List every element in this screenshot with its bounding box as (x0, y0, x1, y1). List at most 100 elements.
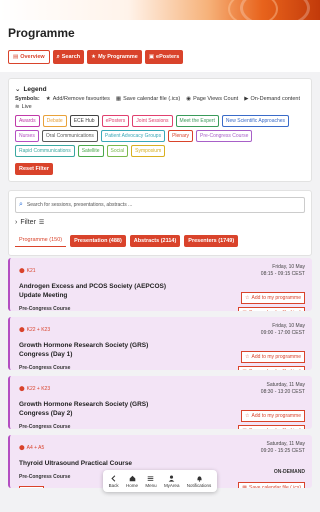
wifi-icon: ≋ (15, 104, 20, 110)
session-title[interactable]: Growth Hormone Research Society (GRS) Co… (19, 400, 179, 418)
back-icon (111, 474, 116, 482)
category-tag[interactable]: Rapid Communications (15, 145, 75, 157)
category-tag[interactable]: Debate (42, 115, 67, 127)
legend-toggle[interactable]: ⌄ Legend (15, 85, 305, 94)
session-header: ⬤ K22 + K23 Friday, 10 May 09:00 - 17:00 CE… (19, 323, 305, 337)
session-title[interactable]: Androgen Excess and PCOS Society (AEPCOS… (19, 282, 179, 300)
search-icon: ⌕ (19, 201, 23, 208)
nav-notifications[interactable]: Notifications (187, 475, 211, 488)
legend-symbols: Symbols: ★ Add/Remove favourites ▦ Save ca… (15, 96, 300, 110)
legend-calendar: ▦ Save calendar file (.ics) (115, 96, 181, 102)
calendar-icon: ▦ (242, 428, 247, 429)
add-to-programme-button[interactable]: ☆ Add to my programme (241, 292, 305, 304)
session-time: 09:00 - 17:00 CEST (260, 330, 305, 336)
search-panel: ⌕ Search for sessions, presentations, ab… (8, 190, 312, 256)
category-tag[interactable]: Pre-Congress Course (196, 130, 253, 142)
star-outline-icon: ☆ (245, 413, 250, 419)
session-actions: ☆Add to my programme ▦Save calendar file … (238, 292, 305, 311)
session-location: ⬤ K22 + K23 (19, 386, 51, 392)
session-header: ⬤ A4 + A5 Saturday, 11 May 09:20 - 15:25 CE… (19, 441, 305, 455)
menu-icon (148, 475, 154, 481)
session-actions: ☆Add to my programme ▦Save calendar file … (238, 351, 305, 370)
bottom-navigation: Back Home Menu MyArea Notifications (103, 470, 217, 492)
category-tag[interactable]: Joint Sessions (132, 115, 173, 127)
save-calendar-button[interactable]: ▦Save calendar file (.ics) (238, 366, 305, 370)
session-card[interactable]: ⬤ K21 Friday, 10 May 08:15 - 09:15 CEST Andr… (8, 258, 312, 311)
session-title[interactable]: Growth Hormone Research Society (GRS) Co… (19, 341, 179, 359)
header-banner (0, 0, 320, 20)
save-calendar-button[interactable]: ▦Save calendar file (.ics) (238, 482, 305, 488)
save-calendar-button[interactable]: ▦Save calendar file (.ics) (238, 307, 305, 311)
session-topic-tag[interactable]: Thyroid (19, 486, 44, 488)
session-date: Saturday, 11 May (266, 441, 305, 447)
home-icon (129, 475, 135, 481)
session-card[interactable]: ⬤ K22 + K23 Friday, 10 May 09:00 - 17:00 CE… (8, 317, 312, 370)
nav-my-programme-button[interactable]: ★ My Programme (87, 50, 142, 64)
tab-presenters[interactable]: Presenters (1749) (184, 234, 239, 247)
category-tag[interactable]: Social (106, 145, 129, 157)
session-list: ⬤ K21 Friday, 10 May 08:15 - 09:15 CEST Andr… (0, 258, 320, 494)
tab-programme[interactable]: Programme (150) (15, 234, 67, 247)
session-header: ⬤ K22 + K23 Saturday, 11 May 08:30 - 13:20 … (19, 382, 305, 396)
session-date: Friday, 10 May (272, 323, 305, 329)
category-tag[interactable]: New Scientific Approaches (221, 115, 290, 127)
play-icon: ▶ (244, 96, 249, 102)
session-card[interactable]: ⬤ K22 + K23 Saturday, 11 May 08:30 - 13:20 … (8, 376, 312, 429)
image-icon: ▣ (148, 54, 155, 60)
eye-icon: ◉ (186, 96, 192, 102)
category-tag[interactable]: Plenary (168, 130, 194, 142)
session-title[interactable]: Thyroid Ultrasound Practical Course (19, 459, 132, 468)
on-demand-badge: ON-DEMAND (273, 469, 305, 475)
nav-overview-button[interactable]: ▤ Overview (8, 50, 50, 64)
session-body: Androgen Excess and PCOS Society (AEPCOS… (19, 278, 305, 311)
category-tag[interactable]: ePosters (101, 115, 130, 127)
nav-menu[interactable]: Menu (145, 475, 157, 488)
nav-home[interactable]: Home (126, 475, 138, 488)
session-type: Pre-Congress Course (19, 365, 71, 370)
category-tag[interactable]: Satellite (77, 145, 104, 157)
search-placeholder: Search for sessions, presentations, abst… (26, 202, 133, 208)
save-calendar-button[interactable]: ▦Save calendar file (.ics) (238, 425, 305, 429)
search-icon: ⌕ (56, 53, 60, 60)
filter-toggle[interactable]: › Filter ☰ (15, 219, 305, 226)
search-input[interactable]: ⌕ Search for sessions, presentations, ab… (15, 197, 305, 213)
calendar-icon: ▦ (242, 310, 247, 311)
star-outline-icon: ☆ (245, 354, 250, 360)
legend-favourites: ★ Add/Remove favourites (45, 96, 110, 102)
category-tag[interactable]: Patient Advocacy Groups (100, 130, 166, 142)
category-tag[interactable]: Awards (15, 115, 40, 127)
session-datetime: Friday, 10 May 08:15 - 09:15 CEST (261, 264, 305, 278)
location-pin-icon: ⬤ (19, 268, 25, 274)
reset-filter-button[interactable]: Reset Filter (15, 163, 53, 175)
nav-search-button[interactable]: ⌕ Search (52, 50, 85, 64)
page-header: Programme ▤ Overview ⌕ Search ★ My Programm… (0, 20, 320, 72)
session-body: Growth Hormone Research Society (GRS) Co… (19, 337, 305, 370)
category-tag[interactable]: ECE Hub (69, 115, 99, 127)
tab-abstracts[interactable]: Abstracts (2114) (129, 234, 181, 247)
session-body: Growth Hormone Research Society (GRS) Co… (19, 396, 305, 429)
chevron-down-icon: ⌄ (15, 86, 21, 93)
nav-eposters-button[interactable]: ▣ ePosters (144, 50, 184, 64)
add-to-programme-button[interactable]: ☆ Add to my programme (241, 410, 305, 422)
category-tag[interactable]: Meet the Expert (175, 115, 219, 127)
calendar-icon: ▦ (115, 96, 122, 102)
sliders-icon: ☰ (38, 220, 45, 226)
category-tag[interactable]: Nurses (15, 130, 39, 142)
nav-back[interactable]: Back (109, 474, 119, 488)
location-pin-icon: ⬤ (19, 327, 25, 333)
category-tag[interactable]: Oral Communications (41, 130, 98, 142)
session-header: ⬤ K21 Friday, 10 May 08:15 - 09:15 CEST (19, 264, 305, 278)
nav-myarea[interactable]: MyArea (164, 475, 179, 488)
legend-views: ◉ Page Views Count (186, 96, 239, 102)
user-icon (168, 475, 175, 482)
calendar-icon: ▦ (242, 369, 247, 370)
calendar-icon: ▦ (242, 485, 248, 488)
tab-presentation[interactable]: Presentation (488) (70, 234, 126, 247)
legend-panel: ⌄ Legend Symbols: ★ Add/Remove favourites… (8, 78, 312, 182)
session-datetime: Saturday, 11 May 09:20 - 15:25 CEST (261, 441, 305, 455)
legend-live: ≋ Live (15, 104, 32, 110)
add-to-programme-button[interactable]: ☆ Add to my programme (241, 351, 305, 363)
category-tag[interactable]: Symposium (131, 145, 166, 157)
page-title: Programme (8, 26, 75, 40)
session-location: ⬤ K21 (19, 268, 36, 274)
